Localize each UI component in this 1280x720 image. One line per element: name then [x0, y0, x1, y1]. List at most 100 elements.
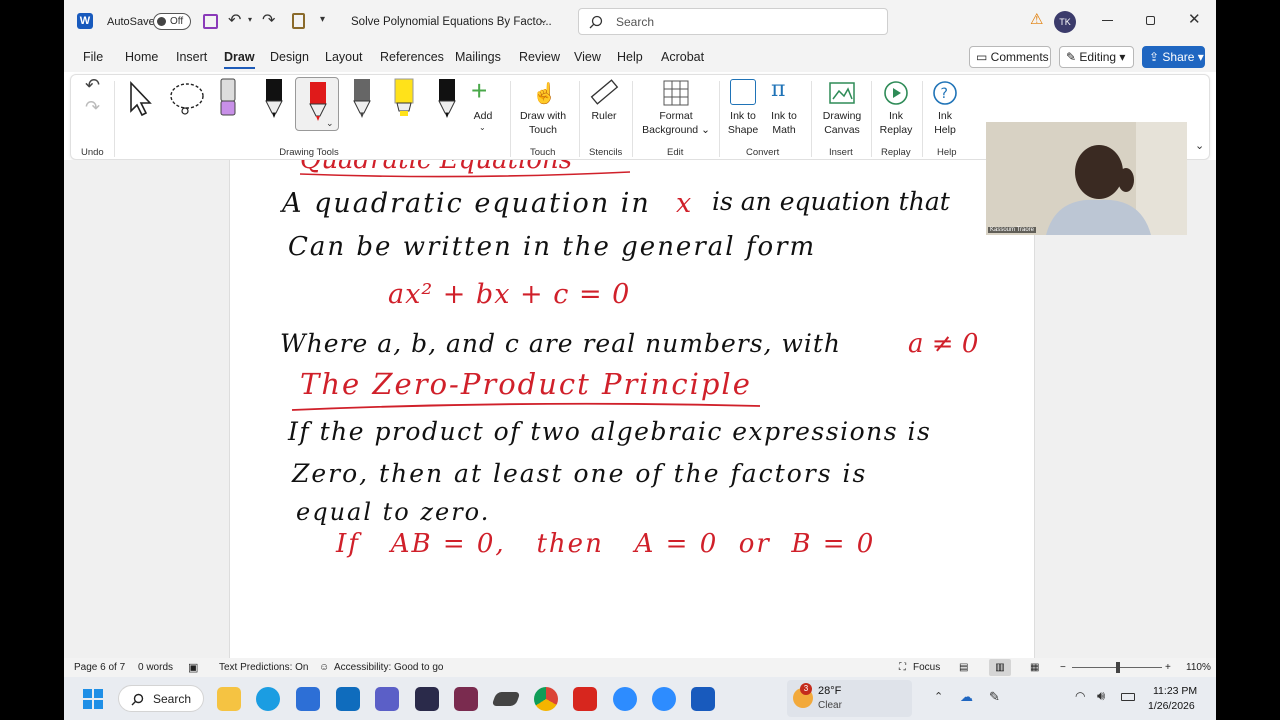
tab-home[interactable]: Home: [125, 50, 158, 64]
ink-to-math-icon[interactable]: π: [771, 77, 785, 102]
ink-to-shape-icon[interactable]: [730, 79, 756, 105]
zoom-slider-thumb[interactable]: [1116, 662, 1120, 673]
minimize-icon[interactable]: [1102, 20, 1113, 21]
focus-button[interactable]: Focus: [913, 662, 940, 673]
wifi-icon[interactable]: ◠: [1075, 689, 1085, 703]
editing-button[interactable]: ✎ Editing ▾: [1059, 46, 1134, 68]
webcam-overlay[interactable]: Kassoum Traore: [986, 122, 1187, 235]
file-explorer-icon[interactable]: [217, 687, 241, 711]
accessibility-status[interactable]: Accessibility: Good to go: [334, 662, 444, 673]
restore-icon[interactable]: [1146, 16, 1155, 25]
highlighter-yellow-icon[interactable]: [392, 77, 416, 119]
page-count[interactable]: Page 6 of 7: [74, 662, 125, 673]
word-taskbar-icon[interactable]: [691, 687, 715, 711]
drawing-canvas-label[interactable]: Drawing Canvas: [818, 109, 866, 137]
undo-ribbon-icon[interactable]: ↶: [85, 75, 100, 96]
lasso-select-icon[interactable]: [167, 79, 207, 119]
document-title[interactable]: Solve Polynomial Equations By Facto...: [351, 16, 552, 28]
tab-draw[interactable]: Draw: [224, 50, 255, 69]
read-mode-icon[interactable]: ▤: [959, 662, 968, 673]
pen-black-2-icon[interactable]: [436, 77, 458, 119]
document-page[interactable]: Quadratic Equations A quadratic equation…: [229, 160, 1035, 658]
zoom-2-icon[interactable]: [652, 687, 676, 711]
ruler-label[interactable]: Ruler: [586, 109, 622, 123]
taskbar-search[interactable]: Search: [118, 685, 204, 712]
text-predictions[interactable]: Text Predictions: On: [219, 662, 308, 673]
ink-replay-icon[interactable]: [882, 79, 910, 107]
comments-button[interactable]: ▭ Comments: [969, 46, 1051, 68]
clipchamp-icon[interactable]: [415, 687, 439, 711]
ruler-icon[interactable]: [589, 79, 619, 107]
onedrive-icon[interactable]: ☁: [960, 689, 973, 705]
ink-replay-label[interactable]: Ink Replay: [876, 109, 916, 137]
draw-with-touch-label[interactable]: Draw with Touch: [515, 109, 571, 137]
ink-to-math-label[interactable]: Ink to Math: [764, 109, 804, 137]
zoom-icon[interactable]: [613, 687, 637, 711]
pencil-gray-icon[interactable]: [351, 77, 373, 119]
tray-chevron-icon[interactable]: ⌃: [934, 690, 943, 703]
word-count[interactable]: 0 words: [138, 662, 173, 673]
ribbon-expand-chevron-icon[interactable]: ⌄: [1195, 139, 1204, 152]
windows-start-icon[interactable]: [82, 688, 104, 710]
outlook-icon[interactable]: [336, 687, 360, 711]
tab-insert[interactable]: Insert: [176, 50, 207, 64]
add-pen-label[interactable]: Add: [471, 109, 495, 123]
add-chevron-icon[interactable]: ⌄: [479, 123, 486, 132]
tab-view[interactable]: View: [574, 50, 601, 64]
tab-references[interactable]: References: [380, 50, 444, 64]
tab-layout[interactable]: Layout: [325, 50, 363, 64]
close-icon[interactable]: ✕: [1188, 10, 1201, 28]
redo-ribbon-icon[interactable]: ↷: [85, 97, 100, 118]
format-background-label[interactable]: Format Background ⌄: [639, 109, 713, 137]
weather-widget[interactable]: 3 28°F Clear: [787, 680, 912, 717]
chrome-icon[interactable]: [534, 687, 558, 711]
tab-design[interactable]: Design: [270, 50, 309, 64]
pen-tray-icon[interactable]: ✎: [989, 689, 1000, 705]
redo-icon[interactable]: ↷: [262, 10, 275, 30]
undo-icon[interactable]: ↶: [228, 10, 241, 30]
edge-icon[interactable]: [256, 687, 280, 711]
paste-icon[interactable]: [292, 13, 305, 29]
share-button[interactable]: ⇪ Share ▾: [1142, 46, 1205, 68]
app-icon[interactable]: [491, 692, 521, 706]
teams-icon[interactable]: [375, 687, 399, 711]
ink-to-shape-label[interactable]: Ink to Shape: [723, 109, 763, 137]
acrobat-icon[interactable]: [573, 687, 597, 711]
web-layout-icon[interactable]: ▦: [1030, 662, 1039, 673]
search-box[interactable]: Search: [578, 8, 888, 35]
warning-icon[interactable]: ⚠: [1030, 10, 1043, 28]
pen-black-icon[interactable]: [263, 77, 285, 119]
add-pen-icon[interactable]: +: [471, 75, 487, 107]
customize-toolbar-icon[interactable]: ▾: [320, 14, 325, 25]
user-avatar[interactable]: TK: [1054, 11, 1076, 33]
zoom-out-icon[interactable]: −: [1060, 662, 1066, 673]
calculator-icon[interactable]: [454, 687, 478, 711]
select-arrow-icon[interactable]: [125, 81, 155, 117]
autosave-toggle[interactable]: Off: [153, 13, 191, 30]
tab-mailings[interactable]: Mailings: [455, 50, 501, 64]
undo-dropdown-icon[interactable]: ▾: [248, 15, 252, 24]
tab-acrobat[interactable]: Acrobat: [661, 50, 704, 64]
tab-file[interactable]: File: [83, 50, 103, 64]
zoom-level[interactable]: 110%: [1186, 662, 1211, 673]
title-dropdown-icon[interactable]: ⌄: [539, 13, 548, 26]
save-icon[interactable]: [203, 14, 218, 29]
print-layout-icon[interactable]: ▥: [989, 659, 1011, 676]
ink-help-label[interactable]: Ink Help: [925, 109, 965, 137]
proofing-icon[interactable]: ▣: [188, 661, 198, 674]
format-background-icon[interactable]: [662, 79, 690, 107]
clock-time[interactable]: 11:23 PM: [1153, 685, 1197, 697]
zoom-in-icon[interactable]: +: [1165, 662, 1171, 673]
store-icon[interactable]: [296, 687, 320, 711]
tab-review[interactable]: Review: [519, 50, 560, 64]
volume-icon[interactable]: 🔊︎: [1097, 688, 1105, 704]
battery-icon[interactable]: [1121, 693, 1135, 701]
clock-date[interactable]: 1/26/2026: [1148, 700, 1195, 712]
drawing-canvas-icon[interactable]: [828, 79, 856, 107]
draw-with-touch-icon[interactable]: ☝: [532, 81, 557, 106]
eraser-icon[interactable]: [217, 77, 239, 119]
pen-red-selected[interactable]: ⌄: [295, 77, 339, 131]
pen-options-chevron-icon[interactable]: ⌄: [326, 118, 334, 129]
ink-help-icon[interactable]: ?: [931, 79, 959, 107]
tab-help[interactable]: Help: [617, 50, 643, 64]
